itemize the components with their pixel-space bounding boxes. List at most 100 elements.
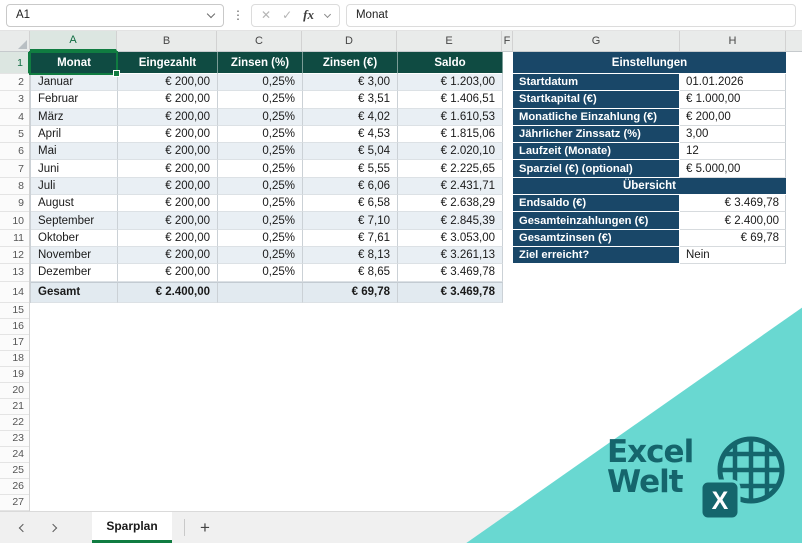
cell[interactable]: 0,25% — [218, 108, 303, 126]
cell[interactable]: € 2.638,29 — [398, 195, 503, 213]
prev-sheet-button[interactable] — [8, 512, 38, 543]
cell[interactable]: € 200,00 — [118, 246, 218, 265]
fx-chevron-icon[interactable] — [323, 10, 332, 18]
select-all-corner[interactable] — [0, 31, 30, 51]
overview-value[interactable]: € 3.469,78 — [680, 195, 786, 213]
settings-label[interactable]: Startdatum — [513, 74, 680, 92]
row-header-20[interactable]: 20 — [0, 383, 29, 399]
row-header-8[interactable]: 8 — [0, 178, 29, 196]
cell[interactable]: 0,25% — [218, 246, 303, 265]
row-header-9[interactable]: 9 — [0, 195, 29, 213]
cell[interactable]: Juli — [31, 177, 118, 196]
cell[interactable]: 0,25% — [218, 195, 303, 213]
cell[interactable] — [218, 281, 303, 303]
kebab-menu-icon[interactable]: ⋮ — [232, 8, 244, 22]
cell[interactable]: € 200,00 — [118, 160, 218, 178]
settings-label[interactable]: Monatliche Einzahlung (€) — [513, 108, 680, 126]
row-header-3[interactable]: 3 — [0, 91, 29, 109]
cell[interactable]: 0,25% — [218, 125, 303, 144]
cell[interactable]: € 8,13 — [303, 246, 398, 265]
cell[interactable]: € 5,55 — [303, 160, 398, 178]
overview-label[interactable]: Endsaldo (€) — [513, 195, 680, 213]
insert-function-icon[interactable]: fx — [303, 7, 314, 23]
cell[interactable]: € 1.610,53 — [398, 108, 503, 126]
column-header-g[interactable]: G — [513, 31, 680, 51]
row-header-27[interactable]: 27 — [0, 495, 29, 511]
column-header-c[interactable]: C — [217, 31, 302, 51]
header-cell[interactable]: Saldo — [398, 52, 503, 74]
cell[interactable]: € 6,58 — [303, 195, 398, 213]
overview-value[interactable]: € 2.400,00 — [680, 212, 786, 230]
cell[interactable]: € 5,04 — [303, 143, 398, 161]
cell[interactable]: € 200,00 — [118, 229, 218, 247]
cell[interactable]: € 8,65 — [303, 264, 398, 282]
cell[interactable]: € 7,10 — [303, 212, 398, 230]
cell[interactable]: € 3.469,78 — [398, 281, 503, 303]
overview-label[interactable]: Gesamtzinsen (€) — [513, 229, 680, 247]
column-header-d[interactable]: D — [302, 31, 397, 51]
column-header-f[interactable]: F — [502, 31, 513, 51]
cell[interactable]: Januar — [31, 74, 118, 92]
cell[interactable]: 0,25% — [218, 177, 303, 196]
row-header-24[interactable]: 24 — [0, 447, 29, 463]
name-box-chevron-icon[interactable] — [206, 9, 216, 19]
cell[interactable]: € 1.203,00 — [398, 74, 503, 92]
cell[interactable]: Dezember — [31, 264, 118, 282]
row-header-16[interactable]: 16 — [0, 319, 29, 335]
next-sheet-button[interactable] — [38, 512, 68, 543]
cell[interactable]: 0,25% — [218, 229, 303, 247]
row-header-7[interactable]: 7 — [0, 160, 29, 178]
cell[interactable]: € 2.431,71 — [398, 177, 503, 196]
row-header-19[interactable]: 19 — [0, 367, 29, 383]
cell[interactable]: € 1.815,06 — [398, 125, 503, 144]
cell[interactable]: € 2.020,10 — [398, 143, 503, 161]
row-header-6[interactable]: 6 — [0, 143, 29, 161]
row-header-1[interactable]: 1 — [0, 52, 30, 74]
cell[interactable]: € 200,00 — [118, 264, 218, 282]
cell[interactable]: € 2.845,39 — [398, 212, 503, 230]
overview-value[interactable]: Nein — [680, 246, 786, 265]
row-header-25[interactable]: 25 — [0, 463, 29, 479]
cell[interactable]: 0,25% — [218, 91, 303, 109]
cell[interactable]: € 7,61 — [303, 229, 398, 247]
cell[interactable]: Mai — [31, 143, 118, 161]
cell[interactable]: € 200,00 — [118, 108, 218, 126]
cell[interactable]: € 4,02 — [303, 108, 398, 126]
row-header-10[interactable]: 10 — [0, 212, 29, 230]
settings-label[interactable]: Sparziel (€) (optional) — [513, 160, 680, 178]
cell[interactable]: € 4,53 — [303, 125, 398, 144]
settings-value[interactable]: € 1.000,00 — [680, 91, 786, 109]
cell[interactable]: € 200,00 — [118, 91, 218, 109]
cell[interactable]: November — [31, 246, 118, 265]
cell[interactable]: 0,25% — [218, 264, 303, 282]
cell[interactable]: € 3,51 — [303, 91, 398, 109]
settings-label[interactable]: Jährlicher Zinssatz (%) — [513, 125, 680, 144]
cell[interactable]: September — [31, 212, 118, 230]
overview-value[interactable]: € 69,78 — [680, 229, 786, 247]
cell[interactable]: € 69,78 — [303, 281, 398, 303]
row-header-26[interactable]: 26 — [0, 479, 29, 495]
settings-value[interactable]: 01.01.2026 — [680, 74, 786, 92]
row-header-15[interactable]: 15 — [0, 303, 29, 319]
row-header-18[interactable]: 18 — [0, 351, 29, 367]
settings-value[interactable]: € 200,00 — [680, 108, 786, 126]
row-header-5[interactable]: 5 — [0, 126, 29, 144]
settings-label[interactable]: Laufzeit (Monate) — [513, 143, 680, 161]
cell[interactable]: € 6,06 — [303, 177, 398, 196]
cell[interactable]: April — [31, 125, 118, 144]
header-cell[interactable]: Eingezahlt — [118, 52, 218, 74]
row-header-13[interactable]: 13 — [0, 264, 29, 282]
cell[interactable]: € 200,00 — [118, 125, 218, 144]
settings-value[interactable]: 12 — [680, 143, 786, 161]
cell[interactable]: € 2.400,00 — [118, 281, 218, 303]
row-header-21[interactable]: 21 — [0, 399, 29, 415]
overview-label[interactable]: Ziel erreicht? — [513, 246, 680, 265]
cell[interactable]: Juni — [31, 160, 118, 178]
confirm-icon[interactable]: ✓ — [282, 9, 292, 21]
cell[interactable]: 0,25% — [218, 74, 303, 92]
row-header-22[interactable]: 22 — [0, 415, 29, 431]
cell[interactable]: € 200,00 — [118, 143, 218, 161]
header-cell[interactable]: Monat — [31, 52, 118, 74]
header-cell[interactable]: Zinsen (€) — [303, 52, 398, 74]
cell[interactable]: € 200,00 — [118, 212, 218, 230]
